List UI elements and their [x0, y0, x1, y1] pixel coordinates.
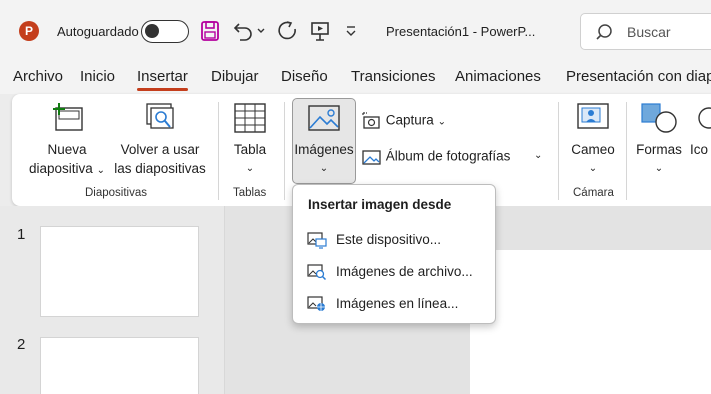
images-button-content[interactable]: Imágenes ⌄	[292, 102, 356, 178]
screenshot-icon	[362, 112, 380, 129]
slide-thumbnail[interactable]	[40, 337, 199, 394]
search-input[interactable]: Buscar	[580, 13, 711, 50]
autosave-toggle[interactable]	[141, 20, 189, 43]
icons-button[interactable]: Ico	[690, 102, 711, 159]
new-slide-label-1: Nueva	[47, 142, 87, 157]
slide-thumbnail[interactable]	[40, 226, 199, 317]
menu-item-label: Imágenes en línea...	[336, 296, 459, 311]
online-images-icon	[307, 296, 325, 311]
album-dropdown-chevron-icon[interactable]: ⌄	[534, 150, 542, 161]
tab-insertar[interactable]: Insertar	[137, 68, 188, 91]
icons-icon	[698, 107, 711, 129]
cameo-label: Cameo	[571, 142, 615, 157]
reuse-label-1: Volver a usar	[120, 142, 200, 157]
screenshot-button[interactable]: Captura ⌄	[362, 112, 446, 130]
powerpoint-logo-icon: P	[19, 21, 39, 41]
group-divider	[284, 102, 285, 200]
chevron-down-icon: ⌄	[654, 163, 664, 174]
group-label-slides: Diapositivas	[85, 187, 147, 199]
save-icon[interactable]	[200, 20, 220, 42]
photo-album-icon	[362, 150, 381, 165]
current-slide[interactable]	[470, 250, 711, 394]
menu-item-label: Este dispositivo...	[336, 232, 442, 247]
new-slide-label-2: diapositiva ⌄	[29, 161, 105, 176]
search-placeholder: Buscar	[627, 24, 671, 40]
search-icon	[596, 24, 612, 40]
insert-image-menu: Insertar imagen desde Este dispositivo..…	[292, 184, 496, 324]
reuse-label-2: las diapositivas	[114, 161, 206, 176]
tab-animaciones[interactable]: Animaciones	[455, 68, 541, 85]
image-icon	[308, 105, 340, 131]
device-image-icon	[307, 232, 327, 249]
stock-images-icon	[307, 264, 327, 281]
chevron-down-icon: ⌄	[437, 116, 446, 128]
undo-icon[interactable]	[232, 20, 254, 42]
chevron-down-icon: ⌄	[319, 163, 329, 174]
cameo-button[interactable]: Cameo ⌄	[566, 102, 620, 178]
thumbnail-number: 1	[17, 226, 26, 243]
tab-presentacion[interactable]: Presentación con diap	[566, 68, 711, 85]
tab-transiciones[interactable]: Transiciones	[351, 68, 435, 85]
document-title: Presentación1 - PowerP...	[386, 24, 536, 39]
group-divider	[218, 102, 219, 200]
title-bar: P Autoguardado Presentación1 - PowerP...…	[0, 0, 711, 62]
redo-icon[interactable]	[276, 20, 298, 42]
autosave-label: Autoguardado	[57, 24, 139, 39]
group-label-tables: Tablas	[233, 187, 267, 199]
group-label-camera: Cámara	[573, 187, 614, 199]
menu-item-online-images[interactable]: Imágenes en línea...	[294, 289, 495, 319]
new-slide-button[interactable]: Nueva diapositiva ⌄	[26, 102, 108, 180]
photo-album-label: Álbum de fotografías	[385, 148, 511, 164]
thumbnail-number: 2	[17, 336, 26, 353]
menu-item-stock-images[interactable]: Imágenes de archivo...	[294, 257, 495, 287]
tab-diseno[interactable]: Diseño	[281, 68, 328, 85]
table-button[interactable]: Tabla ⌄	[226, 102, 274, 178]
chevron-down-icon: ⌄	[245, 163, 255, 174]
new-slide-icon	[53, 103, 83, 131]
cameo-icon	[577, 103, 609, 129]
group-divider	[558, 102, 559, 200]
tab-inicio[interactable]: Inicio	[80, 68, 115, 85]
toggle-knob	[145, 24, 159, 38]
images-label: Imágenes	[294, 142, 354, 157]
chevron-down-icon: ⌄	[96, 165, 105, 176]
undo-dropdown-chevron-icon[interactable]	[256, 26, 266, 36]
group-divider	[626, 102, 627, 200]
ribbon-tabs: Archivo Inicio Insertar Dibujar Diseño T…	[0, 62, 711, 94]
menu-item-label: Imágenes de archivo...	[336, 264, 473, 279]
tab-archivo[interactable]: Archivo	[13, 68, 63, 85]
table-icon	[234, 103, 266, 133]
chevron-down-icon: ⌄	[588, 163, 598, 174]
shapes-label: Formas	[636, 142, 682, 157]
slide-thumbnail-pane: 1 2	[0, 206, 224, 394]
menu-header: Insertar imagen desde	[308, 197, 452, 212]
table-label: Tabla	[233, 142, 267, 157]
present-from-beginning-icon[interactable]	[309, 20, 331, 42]
shapes-button[interactable]: Formas ⌄	[634, 102, 684, 178]
tab-dibujar[interactable]: Dibujar	[211, 68, 259, 85]
customize-toolbar-icon[interactable]	[344, 24, 358, 38]
reuse-slides-icon	[146, 103, 174, 129]
menu-item-this-device[interactable]: Este dispositivo...	[294, 225, 495, 255]
screenshot-label: Captura	[385, 112, 434, 128]
reuse-slides-button[interactable]: Volver a usar las diapositivas	[112, 102, 208, 178]
shapes-icon	[641, 103, 677, 133]
icons-label: Ico	[690, 142, 709, 157]
photo-album-button[interactable]: Álbum de fotografías	[362, 148, 510, 166]
